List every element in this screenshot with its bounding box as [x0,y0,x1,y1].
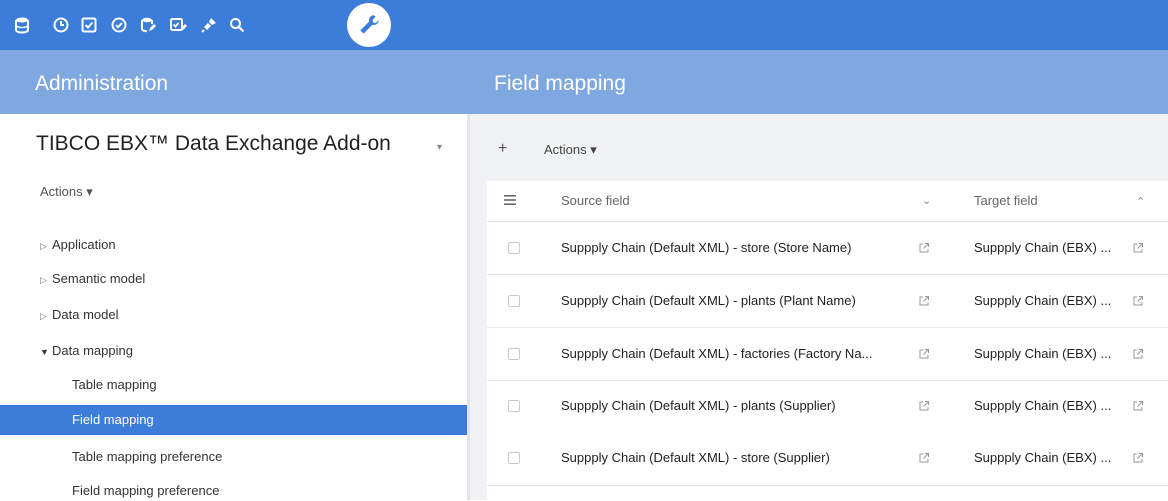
clock-icon[interactable] [50,14,72,36]
open-link-icon[interactable] [918,295,930,307]
checkbox-edit-icon[interactable] [167,14,189,36]
selected-item-highlight [0,405,467,435]
column-header-source[interactable]: Source field [561,193,630,208]
target-field-cell: Suppply Chain (EBX) ... [974,450,1112,465]
open-link-icon[interactable] [1132,452,1144,464]
search-icon[interactable] [226,14,248,36]
wrench-icon[interactable] [347,3,391,47]
add-record-button[interactable]: + [498,140,507,158]
row-checkbox[interactable] [508,295,520,307]
source-field-cell: Suppply Chain (Default XML) - plants (Su… [561,398,836,413]
target-field-cell: Suppply Chain (EBX) ... [974,240,1112,255]
open-link-icon[interactable] [918,400,930,412]
sort-desc-icon[interactable]: ⌄ [922,194,931,207]
left-actions-menu[interactable]: Actions ▾ [40,184,93,200]
collapse-arrow-icon[interactable]: ▼ [40,342,52,362]
expand-arrow-icon[interactable]: ▷ [40,270,52,290]
workspace-title[interactable]: TIBCO EBX™ Data Exchange Add-on [36,132,391,156]
section-title: Administration [35,72,169,95]
open-link-icon[interactable] [1132,295,1144,307]
row-checkbox[interactable] [508,400,520,412]
tree-item-table-mapping-preference[interactable]: Table mapping preference [72,447,222,467]
open-link-icon[interactable] [1132,242,1144,254]
tree-item-data-mapping[interactable]: ▼ Data mapping [40,341,133,361]
tree-item-label: Data mapping [52,343,133,358]
open-link-icon[interactable] [918,242,930,254]
tree-item-label: Semantic model [52,271,146,286]
open-link-icon[interactable] [918,348,930,360]
tree-item-semantic-model[interactable]: ▷ Semantic model [40,269,145,289]
source-field-cell: Suppply Chain (Default XML) - plants (Pl… [561,293,856,308]
page-title: Field mapping [494,72,626,95]
plug-icon[interactable] [198,14,220,36]
expand-arrow-icon[interactable]: ▷ [40,236,52,256]
expand-arrow-icon[interactable]: ▷ [40,306,52,326]
tree-item-application[interactable]: ▷ Application [40,235,116,255]
tree-item-field-mapping[interactable]: Field mapping [72,410,154,430]
tree-item-data-model[interactable]: ▷ Data model [40,305,118,325]
row-checkbox[interactable] [508,452,520,464]
column-menu-icon[interactable] [503,193,517,207]
target-field-cell: Suppply Chain (EBX) ... [974,293,1112,308]
column-header-target[interactable]: Target field [974,193,1038,208]
tree-item-table-mapping[interactable]: Table mapping [72,375,157,395]
row-checkbox[interactable] [508,348,520,360]
database-icon[interactable] [11,14,33,36]
open-link-icon[interactable] [918,452,930,464]
tree-item-label: Application [52,237,116,252]
tree-item-field-mapping-preference[interactable]: Field mapping preference [72,481,219,501]
open-link-icon[interactable] [1132,348,1144,360]
actions-menu[interactable]: Actions ▾ [544,142,597,158]
database-edit-icon[interactable] [137,14,159,36]
open-link-icon[interactable] [1132,400,1144,412]
chevron-down-icon[interactable]: ▾ [437,142,442,153]
target-field-cell: Suppply Chain (EBX) ... [974,398,1112,413]
sort-asc-icon[interactable]: ⌃ [1136,195,1145,208]
checkbox-icon[interactable] [78,14,100,36]
target-field-cell: Suppply Chain (EBX) ... [974,346,1112,361]
source-field-cell: Suppply Chain (Default XML) - store (Sto… [561,240,852,255]
row-checkbox[interactable] [508,242,520,254]
source-field-cell: Suppply Chain (Default XML) - store (Sup… [561,450,830,465]
source-field-cell: Suppply Chain (Default XML) - factories … [561,346,873,361]
tree-item-label: Data model [52,307,119,322]
check-circle-icon[interactable] [108,14,130,36]
